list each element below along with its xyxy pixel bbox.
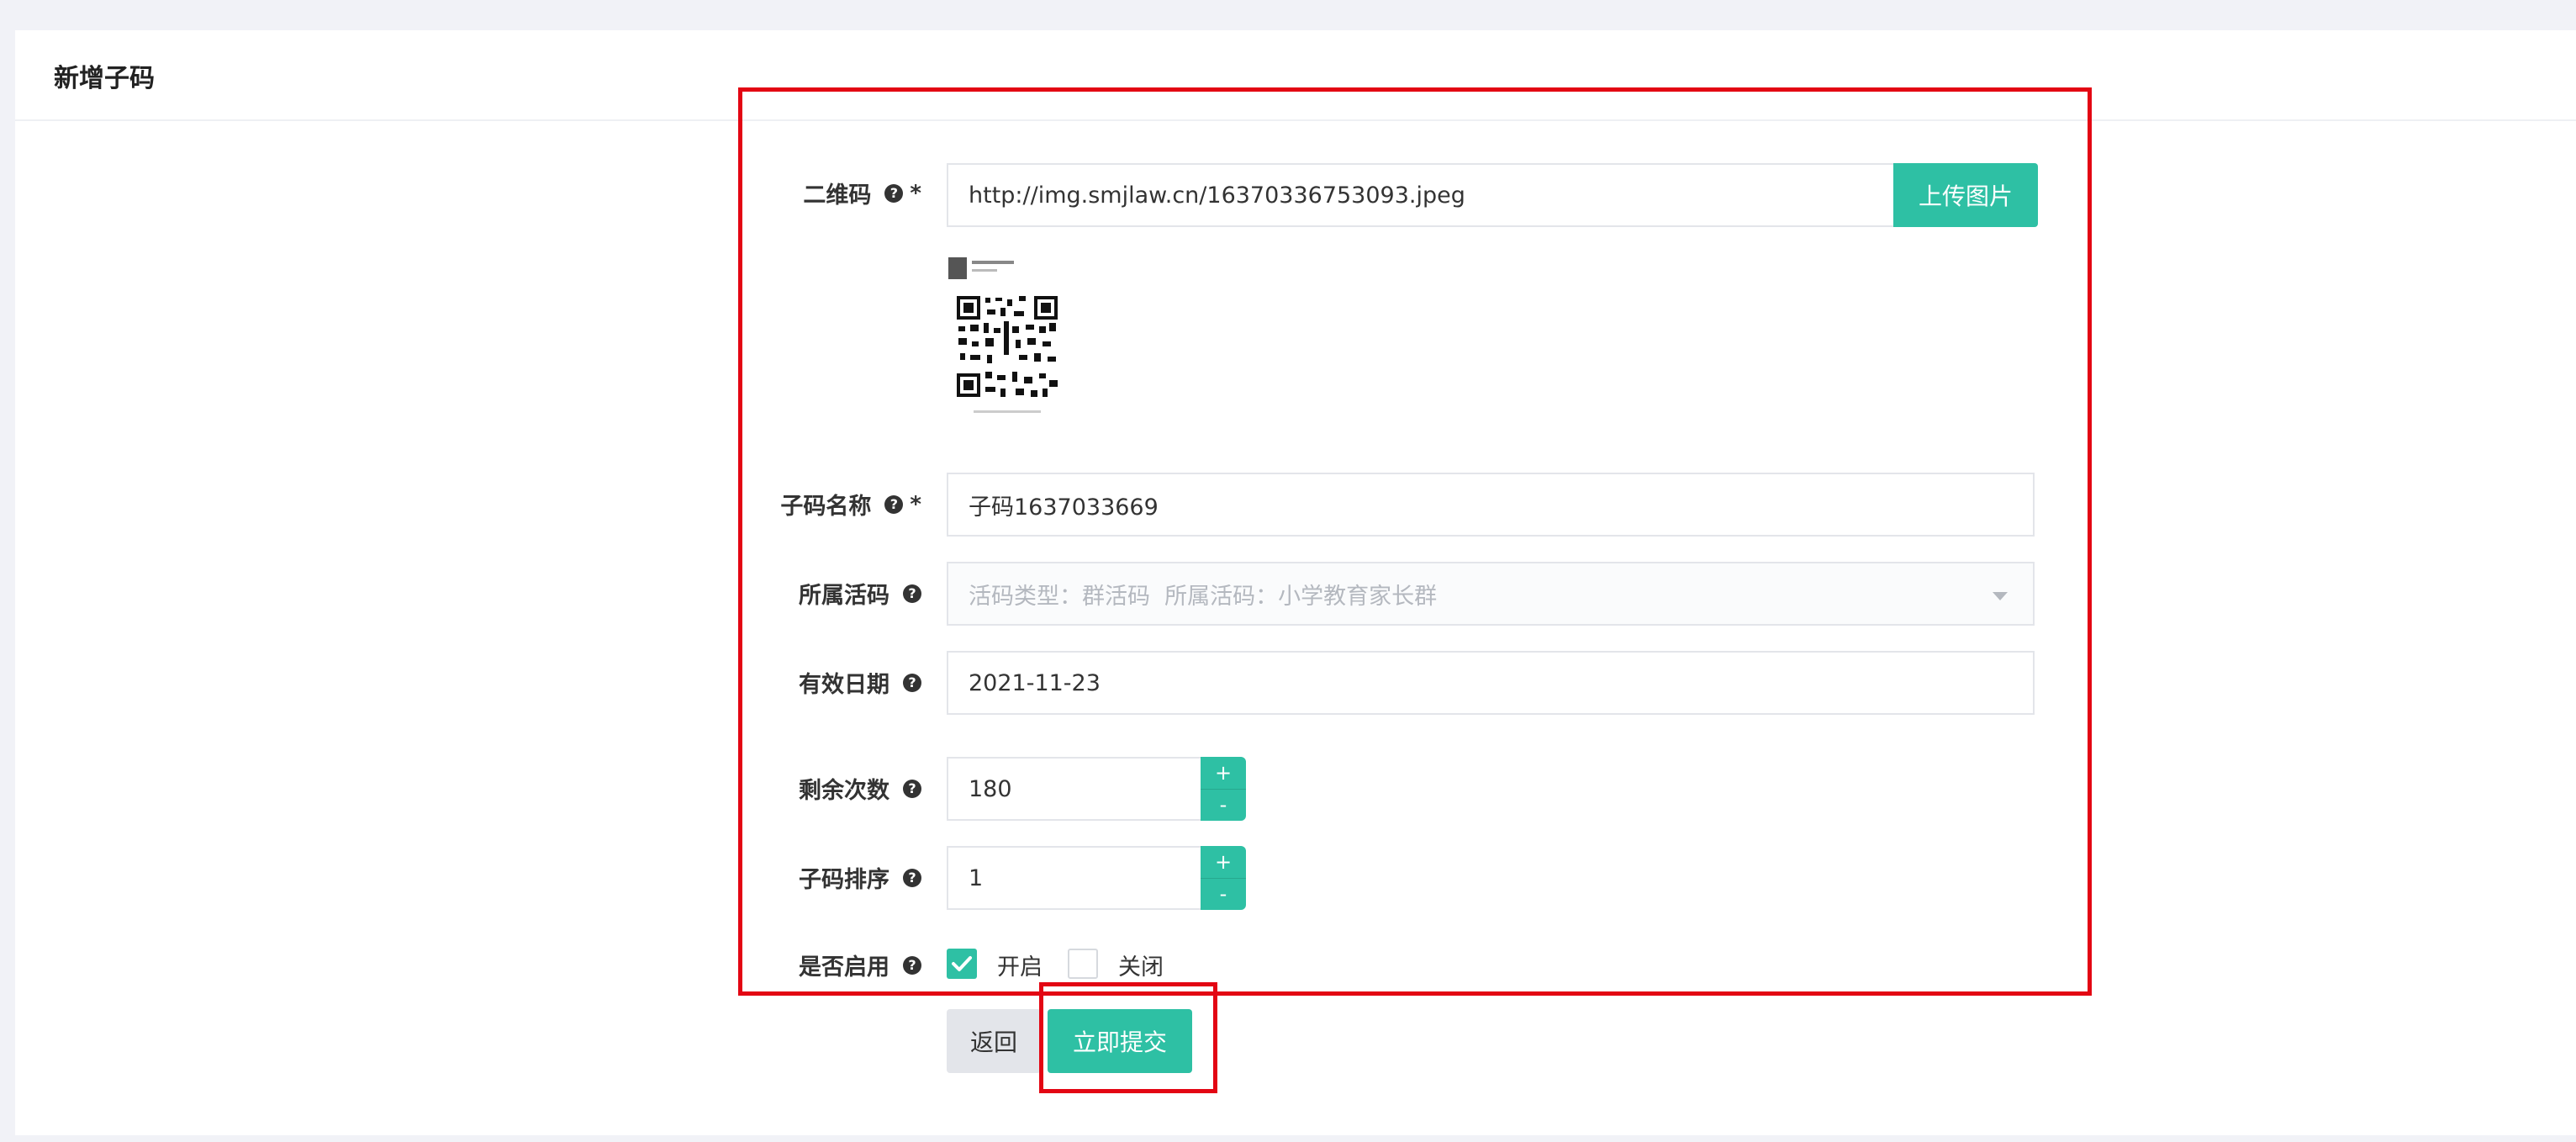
qrcode-url-value: http://img.smjlaw.cn/16370336753093.jpeg	[969, 182, 1465, 209]
decrement-button[interactable]: -	[1201, 789, 1246, 821]
question-circle-icon[interactable]: ?	[903, 868, 921, 887]
increment-button[interactable]: +	[1201, 846, 1246, 879]
sort-input[interactable]: 1	[947, 846, 1202, 910]
sort-label-group: 子码排序 ?	[799, 861, 921, 894]
question-circle-icon[interactable]: ?	[903, 673, 921, 692]
enabled-on-label[interactable]: 开启	[997, 949, 1043, 981]
enabled-off-label[interactable]: 关闭	[1118, 949, 1164, 981]
check-icon	[952, 956, 972, 971]
increment-button[interactable]: +	[1201, 757, 1246, 790]
parent-select[interactable]: 活码类型：群活码 所属活码：小学教育家长群	[947, 562, 2035, 626]
remaining-stepper: + -	[1201, 757, 1246, 821]
expiry-date-input[interactable]: 2021-11-23	[947, 651, 2035, 715]
decrement-button[interactable]: -	[1201, 878, 1246, 910]
required-mark: *	[910, 491, 921, 517]
enabled-label: 是否启用	[799, 954, 889, 981]
name-label: 子码名称	[780, 494, 872, 520]
enabled-off-checkbox[interactable]	[1068, 949, 1098, 979]
question-circle-icon[interactable]: ?	[903, 779, 921, 798]
remaining-value: 180	[969, 775, 1012, 802]
enabled-label-group: 是否启用 ?	[799, 949, 921, 981]
back-button[interactable]: 返回	[947, 1009, 1041, 1073]
remaining-input[interactable]: 180	[947, 757, 1202, 821]
qrcode-label-group: 二维码 ? *	[803, 177, 921, 209]
name-label-group: 子码名称 ? *	[780, 488, 921, 521]
enabled-on-checkbox[interactable]	[947, 949, 977, 979]
required-mark: *	[910, 180, 921, 206]
expiry-label-group: 有效日期 ?	[799, 666, 921, 699]
remaining-label: 剩余次数	[799, 778, 889, 804]
question-circle-icon[interactable]: ?	[884, 183, 904, 203]
submit-button[interactable]: 立即提交	[1048, 1009, 1192, 1073]
parent-label: 所属活码	[799, 583, 889, 609]
name-input[interactable]: 子码1637033669	[947, 473, 2035, 537]
page-title: 新增子码	[54, 64, 155, 93]
qrcode-preview-image	[948, 257, 1059, 413]
parent-value: 活码类型：群活码 所属活码：小学教育家长群	[969, 583, 1438, 610]
card-header: 新增子码	[15, 30, 2576, 121]
upload-image-button[interactable]: 上传图片	[1893, 163, 2038, 227]
question-circle-icon[interactable]: ?	[903, 955, 921, 975]
qrcode-url-input[interactable]: http://img.smjlaw.cn/16370336753093.jpeg	[947, 163, 1895, 227]
sort-label: 子码排序	[799, 867, 889, 893]
sort-stepper: + -	[1201, 846, 1246, 910]
qrcode-label: 二维码	[803, 182, 872, 209]
chevron-down-icon	[1993, 592, 2008, 600]
sort-value: 1	[969, 864, 984, 891]
remaining-label-group: 剩余次数 ?	[799, 772, 921, 805]
question-circle-icon[interactable]: ?	[884, 494, 904, 514]
parent-label-group: 所属活码 ?	[799, 577, 921, 610]
name-value: 子码1637033669	[969, 494, 1159, 521]
expiry-label: 有效日期	[799, 672, 889, 698]
question-circle-icon[interactable]: ?	[903, 584, 921, 603]
expiry-value: 2021-11-23	[969, 669, 1101, 696]
